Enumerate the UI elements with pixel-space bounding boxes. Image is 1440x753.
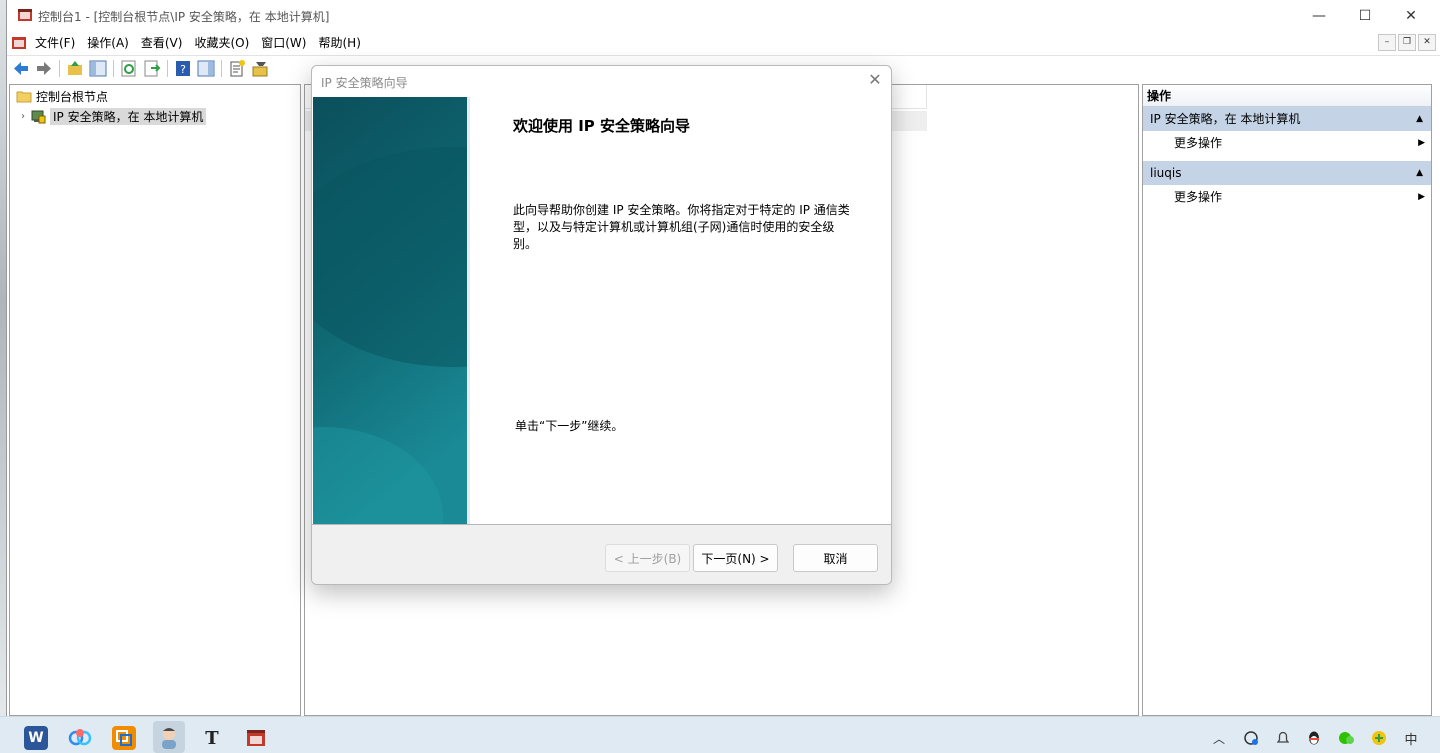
toolbar-separator — [113, 60, 114, 77]
word-app-icon[interactable]: W — [24, 726, 48, 750]
vmware-app-icon[interactable] — [112, 726, 136, 750]
tree-item-ip-security-policy[interactable]: › IP 安全策略，在 本地计算机 — [16, 107, 207, 125]
actions-section-label: IP 安全策略，在 本地计算机 — [1150, 112, 1301, 126]
action-item-label: 更多操作 — [1174, 136, 1223, 150]
title-bar: 控制台1 - [控制台根节点\IP 安全策略，在 本地计算机] — ☐ ✕ — [7, 0, 1440, 32]
ip-security-policy-icon — [31, 110, 46, 124]
toolbar-separator — [59, 60, 60, 77]
actions-section-liuqis[interactable]: liuqis ▲ — [1143, 161, 1431, 185]
back-button[interactable]: < 上一步(B) — [605, 544, 690, 572]
dialog-title: IP 安全策略向导 — [321, 76, 408, 90]
expand-chevron-icon[interactable]: › — [16, 111, 30, 122]
mmc-app-icon[interactable] — [244, 726, 268, 750]
collapse-up-icon[interactable]: ▲ — [1416, 107, 1423, 131]
folder-icon — [16, 91, 32, 103]
menu-favorites[interactable]: 收藏夹(O) — [190, 35, 257, 51]
vmware-logo-icon — [116, 730, 132, 746]
actions-pane: 操作 IP 安全策略，在 本地计算机 ▲ 更多操作 ▶ liuqis ▲ 更多操… — [1142, 84, 1432, 716]
collapse-up-icon[interactable]: ▲ — [1416, 161, 1423, 185]
action-more-actions[interactable]: 更多操作 ▶ — [1143, 131, 1431, 155]
help-icon[interactable]: ? — [173, 59, 193, 78]
menu-bar: 文件(F) 操作(A) 查看(V) 收藏夹(O) 窗口(W) 帮助(H) – ❐… — [7, 32, 1440, 54]
forward-arrow-icon[interactable] — [34, 59, 54, 78]
wizard-description: 此向导帮助你创建 IP 安全策略。你将指定对于特定的 IP 通信类型，以及与特定… — [513, 203, 850, 251]
cancel-button[interactable]: 取消 — [793, 544, 878, 572]
menu-view[interactable]: 查看(V) — [137, 35, 191, 51]
wizard-heading: 欢迎使用 IP 安全策略向导 — [513, 117, 691, 135]
tree-item-label: 控制台根节点 — [36, 89, 109, 104]
up-folder-icon[interactable] — [65, 59, 85, 78]
back-arrow-icon[interactable] — [11, 59, 31, 78]
next-button[interactable]: 下一页(N) > — [693, 544, 778, 572]
console-menu-icon[interactable] — [11, 35, 27, 51]
actions-title: 操作 — [1143, 85, 1431, 107]
wizard-content: 欢迎使用 IP 安全策略向导 此向导帮助你创建 IP 安全策略。你将指定对于特定… — [472, 97, 891, 524]
show-hide-action-pane-icon[interactable] — [196, 59, 216, 78]
manage-filters-icon[interactable] — [250, 59, 270, 78]
wizard-banner-image — [313, 97, 470, 524]
show-hide-tree-icon[interactable] — [88, 59, 108, 78]
menu-window[interactable]: 窗口(W) — [257, 35, 314, 51]
console-tree-pane: 控制台根节点 › IP 安全策略，在 本地计算机 — [9, 84, 301, 716]
tree-item-console-root[interactable]: 控制台根节点 — [16, 87, 108, 105]
export-list-icon[interactable] — [142, 59, 162, 78]
menu-help[interactable]: 帮助(H) — [314, 35, 368, 51]
toolbar-separator — [221, 60, 222, 77]
submenu-arrow-icon: ▶ — [1418, 138, 1425, 148]
taskbar: W T ︿ 中 — [0, 716, 1440, 753]
user-avatar-app-icon[interactable] — [153, 721, 185, 753]
mmc-app-icon — [18, 9, 32, 21]
maximize-button[interactable]: ☐ — [1342, 0, 1388, 32]
minimize-button[interactable]: — — [1296, 0, 1342, 32]
show-hidden-icons-chevron-icon[interactable]: ︿ — [1210, 729, 1228, 747]
close-button[interactable]: ✕ — [1388, 0, 1434, 32]
actions-section-label: liuqis — [1150, 166, 1182, 180]
create-policy-icon[interactable] — [227, 59, 247, 78]
baidu-netdisk-app-icon[interactable] — [68, 726, 92, 750]
toolbar-separator — [167, 60, 168, 77]
ip-security-policy-wizard-dialog: IP 安全策略向导 ✕ 欢迎使用 IP 安全策略向导 此向导帮助你创建 IP 安… — [311, 65, 892, 585]
tree-item-label: IP 安全策略，在 本地计算机 — [50, 107, 207, 125]
mdi-restore-button[interactable]: ❐ — [1398, 34, 1416, 51]
submenu-arrow-icon: ▶ — [1418, 192, 1425, 202]
ime-indicator[interactable]: 中 — [1402, 729, 1420, 748]
wechat-icon[interactable] — [1337, 729, 1355, 747]
actions-section-ip-policy[interactable]: IP 安全策略，在 本地计算机 ▲ — [1143, 107, 1431, 131]
mdi-close-button[interactable]: ✕ — [1418, 34, 1436, 51]
svg-text:?: ? — [180, 63, 186, 76]
dialog-close-button[interactable]: ✕ — [865, 70, 885, 90]
notification-bell-icon[interactable] — [1274, 729, 1292, 747]
typora-app-icon[interactable]: T — [200, 726, 224, 750]
menu-action[interactable]: 操作(A) — [83, 35, 137, 51]
refresh-icon[interactable] — [119, 59, 139, 78]
window-title: 控制台1 - [控制台根节点\IP 安全策略，在 本地计算机] — [38, 10, 330, 24]
action-more-actions[interactable]: 更多操作 ▶ — [1143, 185, 1431, 209]
wizard-button-bar: < 上一步(B) 下一页(N) > 取消 — [312, 524, 891, 584]
qq-icon[interactable] — [1305, 729, 1323, 747]
avatar-icon — [162, 728, 176, 749]
wizard-continue-hint: 单击“下一步”继续。 — [515, 419, 624, 433]
security-shield-icon[interactable] — [1370, 729, 1388, 747]
action-item-label: 更多操作 — [1174, 190, 1223, 204]
menu-file[interactable]: 文件(F) — [31, 35, 83, 51]
mdi-minimize-button[interactable]: – — [1378, 34, 1396, 51]
sync-icon[interactable] — [1242, 729, 1260, 747]
